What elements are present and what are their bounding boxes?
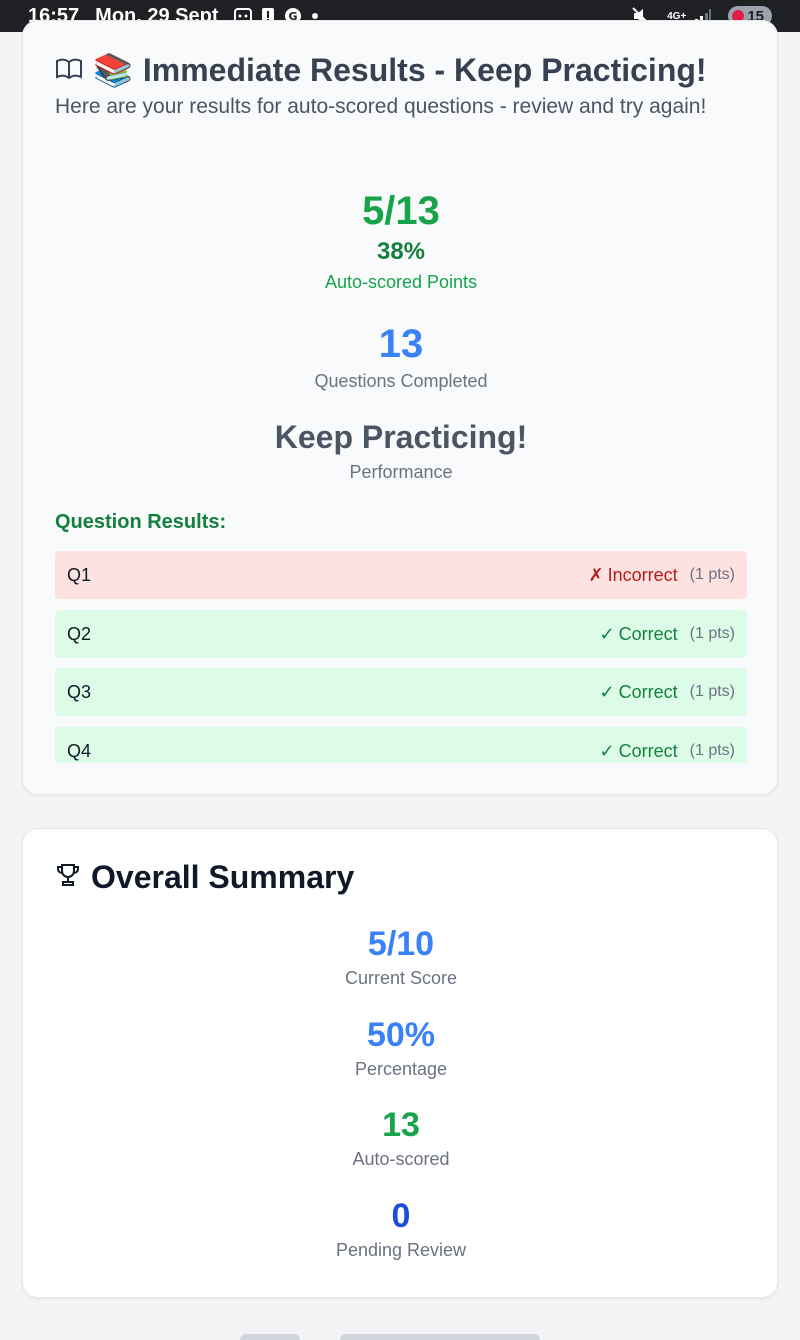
current-score-stat: 5/10 Current Score — [23, 925, 779, 989]
question-points: (1 pts) — [689, 625, 735, 642]
question-label: Q4 — [67, 740, 92, 761]
points-value: 5/13 — [362, 189, 440, 233]
percentage-stat: 50% Percentage — [23, 1016, 779, 1080]
question-status: ✗ Incorrect — [589, 565, 678, 586]
notification-dot-icon — [311, 12, 319, 20]
results-subtitle: Here are your results for auto-scored qu… — [55, 95, 707, 118]
question-points: (1 pts) — [689, 683, 735, 700]
completed-value: 13 — [378, 322, 424, 366]
cross-icon: ✗ — [588, 564, 604, 585]
pending-review-value: 0 — [391, 1197, 411, 1235]
question-status-text: Correct — [618, 681, 678, 702]
scroll-indicator — [240, 1334, 300, 1340]
summary-title-text: Overall Summary — [91, 859, 355, 895]
question-points: (1 pts) — [689, 566, 735, 583]
results-title-text: Immediate Results - Keep Practicing! — [142, 51, 707, 88]
question-status: ✓ Correct — [600, 682, 678, 703]
current-score-label: Current Score — [344, 968, 458, 988]
question-label: Q2 — [67, 623, 92, 644]
check-icon: ✓ — [599, 681, 615, 702]
question-label: Q3 — [67, 681, 92, 702]
open-book-icon — [55, 52, 83, 89]
summary-title: Overall Summary — [55, 859, 354, 896]
books-emoji-icon: 📚 — [93, 52, 133, 88]
question-row: Q1 ✗ Incorrect (1 pts) — [55, 551, 747, 599]
auto-scored-value: 13 — [382, 1106, 420, 1144]
auto-scored-label: Auto-scored — [352, 1149, 450, 1169]
question-label: Q1 — [67, 564, 92, 585]
performance-value: Keep Practicing! — [274, 419, 528, 455]
points-label: Auto-scored Points — [324, 272, 478, 292]
performance-stat: Keep Practicing! Performance — [23, 419, 779, 483]
question-points: (1 pts) — [689, 742, 735, 759]
immediate-results-card: 📚 Immediate Results - Keep Practicing! H… — [22, 20, 778, 795]
question-status-text: Correct — [618, 623, 678, 644]
question-status-text: Incorrect — [607, 564, 678, 585]
question-row: Q2 ✓ Correct (1 pts) — [55, 610, 747, 658]
current-score-value: 5/10 — [367, 925, 435, 963]
question-status: ✓ Correct — [600, 624, 678, 645]
auto-scored-stat: 13 Auto-scored — [23, 1106, 779, 1170]
question-status-text: Correct — [618, 740, 678, 761]
completed-stat: 13 Questions Completed — [23, 322, 779, 392]
overall-summary-card: Overall Summary 5/10 Current Score 50% P… — [22, 828, 778, 1298]
completed-label: Questions Completed — [314, 371, 488, 391]
question-row: Q4 ✓ Correct (1 pts) — [55, 727, 747, 763]
check-icon: ✓ — [599, 623, 615, 644]
points-percent: 38% — [376, 238, 426, 265]
points-stat: 5/13 38% Auto-scored Points — [23, 189, 779, 293]
scroll-indicator — [340, 1334, 540, 1340]
pending-review-stat: 0 Pending Review — [23, 1197, 779, 1261]
question-results-heading: Question Results: — [55, 511, 227, 533]
pending-review-label: Pending Review — [335, 1240, 467, 1260]
results-title: 📚 Immediate Results - Keep Practicing! — [55, 51, 707, 89]
check-icon: ✓ — [599, 740, 615, 761]
question-results-list[interactable]: Q1 ✗ Incorrect (1 pts) Q2 ✓ Correct (1 p… — [55, 551, 747, 763]
question-status: ✓ Correct — [600, 741, 678, 762]
trophy-icon — [55, 859, 81, 896]
question-row: Q3 ✓ Correct (1 pts) — [55, 668, 747, 716]
performance-label: Performance — [349, 462, 453, 482]
percentage-value: 50% — [366, 1016, 436, 1054]
percentage-label: Percentage — [354, 1059, 448, 1079]
